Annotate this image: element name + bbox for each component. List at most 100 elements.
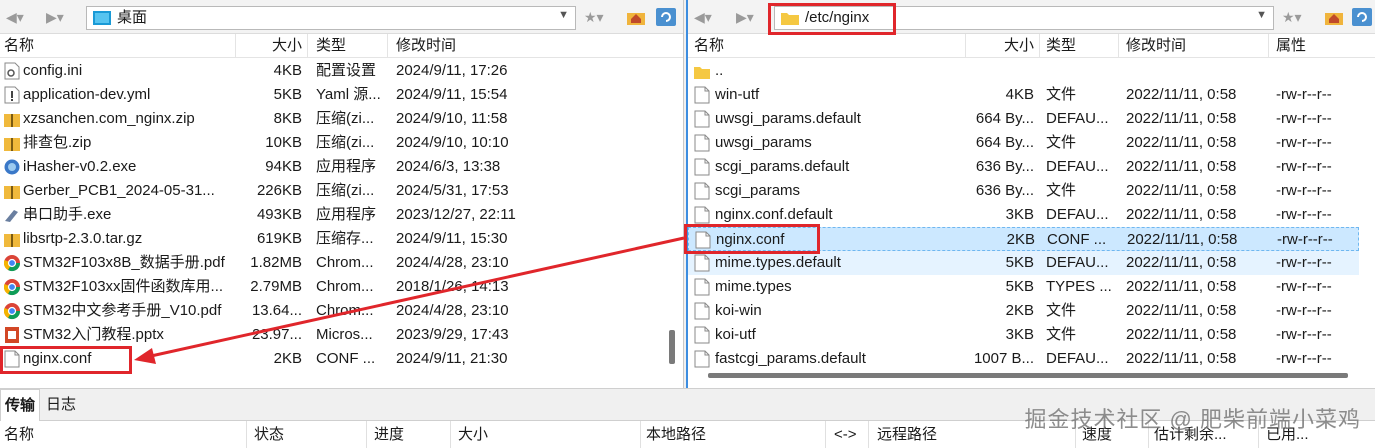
file-row[interactable]: xzsanchen.com_nginx.zip 8KB 压缩(zi... 2024/9… (0, 107, 662, 131)
file-name: nginx.conf.default (715, 206, 833, 223)
file-modified: 2024/9/11, 15:54 (396, 86, 508, 103)
file-modified: 2022/11/11, 0:58 (1126, 278, 1237, 295)
file-row[interactable]: koi-win 2KB 文件 2022/11/11, 0:58 -rw-r--r-- (688, 299, 1359, 323)
file-size: 2.79MB (250, 278, 302, 295)
file-row[interactable]: STM32F103xx固件函数库用... 2.79MB Chrom... 2018/1… (0, 275, 662, 299)
home-folder-icon[interactable] (1324, 8, 1344, 26)
zip-file-icon (4, 182, 20, 200)
chevron-down-icon[interactable]: ▼ (1256, 9, 1267, 21)
file-size: 5KB (1005, 254, 1034, 271)
file-attributes: -rw-r--r-- (1276, 134, 1332, 151)
favorite-star-icon[interactable]: ★▾ (584, 8, 604, 26)
file-row[interactable]: .. (688, 59, 1359, 83)
scroll-thumb[interactable] (669, 330, 675, 364)
favorite-star-icon[interactable]: ★▾ (1282, 8, 1302, 26)
file-row[interactable]: config.ini 4KB 配置设置 2024/9/11, 17:26 (0, 59, 662, 83)
file-size: 94KB (265, 158, 302, 175)
file-row[interactable]: libsrtp-2.3.0.tar.gz 619KB 压缩存... 2024/9/11… (0, 227, 662, 251)
remote-column-header: 名称 大小 类型 修改时间 属性 (688, 34, 1375, 58)
column-attributes[interactable]: 属性 (1276, 37, 1306, 55)
column-size[interactable]: 大小 (458, 426, 488, 444)
file-row[interactable]: mime.types.default 5KB DEFAU... 2022/11/11,… (688, 251, 1359, 275)
column-status[interactable]: 状态 (254, 426, 284, 444)
remote-address-text: /etc/nginx (805, 9, 870, 26)
column-direction[interactable]: <-> (834, 426, 857, 444)
file-attributes: -rw-r--r-- (1276, 302, 1332, 319)
file-modified: 2022/11/11, 0:58 (1126, 134, 1237, 151)
tab-log[interactable]: 日志 (42, 389, 80, 421)
column-remote-path[interactable]: 远程路径 (877, 426, 937, 444)
scroll-thumb[interactable] (708, 373, 1348, 378)
file-row[interactable]: nginx.conf.default 3KB DEFAU... 2022/11/11,… (688, 203, 1359, 227)
column-name[interactable]: 名称 (4, 37, 34, 55)
file-size: 3KB (1005, 326, 1034, 343)
file-row[interactable]: Gerber_PCB1_2024-05-31... 226KB 压缩(zi... 20… (0, 179, 662, 203)
file-type: 压缩存... (316, 230, 374, 247)
tab-transfer[interactable]: 传输 (0, 389, 41, 421)
file-name: application-dev.yml (23, 86, 151, 103)
file-size: 619KB (256, 230, 302, 247)
column-type[interactable]: 类型 (316, 37, 346, 55)
file-type: CONF ... (316, 350, 376, 367)
column-name[interactable]: 名称 (694, 37, 724, 55)
file-modified: 2024/9/11, 21:30 (396, 350, 508, 367)
file-size: 4KB (273, 62, 302, 79)
file-row[interactable]: STM32中文参考手册_V10.pdf 13.64... Chrom... 2024/… (0, 299, 662, 323)
file-modified: 2022/11/11, 0:58 (1126, 110, 1237, 127)
desktop-icon (93, 11, 111, 25)
forward-icon[interactable]: ▶▾ (736, 8, 754, 26)
forward-icon[interactable]: ▶▾ (46, 8, 64, 26)
back-icon[interactable]: ◀▾ (694, 8, 712, 26)
file-name: mime.types.default (715, 254, 841, 271)
file-type: 文件 (1046, 326, 1077, 343)
file-name: STM32中文参考手册_V10.pdf (23, 302, 222, 319)
file-row[interactable]: iHasher-v0.2.exe 94KB 应用程序 2024/6/3, 13:38 (0, 155, 662, 179)
watermark: 掘金技术社区 @ 肥柴前端小菜鸡 (1024, 407, 1361, 432)
file-row[interactable]: 串口助手.exe 493KB 应用程序 2023/12/27, 22:11 (0, 203, 662, 227)
refresh-icon[interactable] (1352, 8, 1372, 26)
file-name: 串口助手.exe (23, 206, 112, 223)
chevron-down-icon[interactable]: ▼ (558, 9, 569, 21)
column-modified[interactable]: 修改时间 (396, 37, 456, 55)
remote-horizontal-scrollbar[interactable] (688, 368, 1375, 382)
file-attributes: -rw-r--r-- (1276, 182, 1332, 199)
file-row[interactable]: STM32F103x8B_数据手册.pdf 1.82MB Chrom... 2024/… (0, 251, 662, 275)
column-progress[interactable]: 进度 (374, 426, 404, 444)
file-row[interactable]: nginx.conf 2KB CONF ... 2024/9/11, 21:30 (0, 347, 662, 371)
file-modified: 2022/11/11, 0:58 (1126, 350, 1237, 367)
file-row[interactable]: mime.types 5KB TYPES ... 2022/11/11, 0:58 -r… (688, 275, 1359, 299)
file-row[interactable]: koi-utf 3KB 文件 2022/11/11, 0:58 -rw-r--r-- (688, 323, 1359, 347)
local-vertical-scrollbar[interactable] (664, 60, 680, 388)
remote-address-bar[interactable]: /etc/nginx ▼ (774, 6, 1274, 30)
column-size[interactable]: 大小 (1004, 37, 1034, 55)
remote-file-pane[interactable]: ◀▾ ▶▾ /etc/nginx ▼ ★▾ 名称 大小 类型 修改时间 属性 .… (686, 0, 1375, 388)
file-size: 1.82MB (250, 254, 302, 271)
file-name: iHasher-v0.2.exe (23, 158, 137, 175)
column-modified[interactable]: 修改时间 (1126, 37, 1186, 55)
file-size: 664 By... (975, 110, 1034, 127)
column-size[interactable]: 大小 (272, 37, 302, 55)
file-row[interactable]: nginx.conf 2KB CONF ... 2022/11/11, 0:58 -rw… (688, 227, 1359, 251)
folder-icon (781, 13, 799, 25)
local-address-text: 桌面 (117, 9, 148, 26)
file-row[interactable]: win-utf 4KB 文件 2022/11/11, 0:58 -rw-r--r-- (688, 83, 1359, 107)
local-address-bar[interactable]: 桌面 ▼ (86, 6, 576, 30)
file-modified: 2024/4/28, 23:10 (396, 254, 509, 271)
file-row[interactable]: uwsgi_params 664 By... 文件 2022/11/11, 0:58 -… (688, 131, 1359, 155)
file-row[interactable]: STM32入门教程.pptx 23.97... Micros... 2023/9/29… (0, 323, 662, 347)
file-row[interactable]: uwsgi_params.default 664 By... DEFAU... 202… (688, 107, 1359, 131)
column-local-path[interactable]: 本地路径 (646, 426, 706, 444)
refresh-icon[interactable] (656, 8, 676, 26)
file-row[interactable]: scgi_params.default 636 By... DEFAU... 2022… (688, 155, 1359, 179)
column-name[interactable]: 名称 (4, 426, 34, 444)
file-row[interactable]: 排查包.zip 10KB 压缩(zi... 2024/9/10, 10:10 (0, 131, 662, 155)
local-file-pane[interactable]: ◀▾ ▶▾ 桌面 ▼ ★▾ 名称 大小 类型 修改时间 config.ini 4K… (0, 0, 684, 388)
file-row[interactable]: application-dev.yml 5KB Yaml 源... 2024/9/11… (0, 83, 662, 107)
column-type[interactable]: 类型 (1046, 37, 1076, 55)
home-folder-icon[interactable] (626, 8, 646, 26)
back-icon[interactable]: ◀▾ (6, 8, 24, 26)
file-type: TYPES ... (1046, 278, 1112, 295)
pptx-file-icon (4, 326, 20, 344)
remote-toolbar: ◀▾ ▶▾ /etc/nginx ▼ ★▾ (688, 0, 1375, 34)
file-row[interactable]: scgi_params 636 By... 文件 2022/11/11, 0:58 -r… (688, 179, 1359, 203)
